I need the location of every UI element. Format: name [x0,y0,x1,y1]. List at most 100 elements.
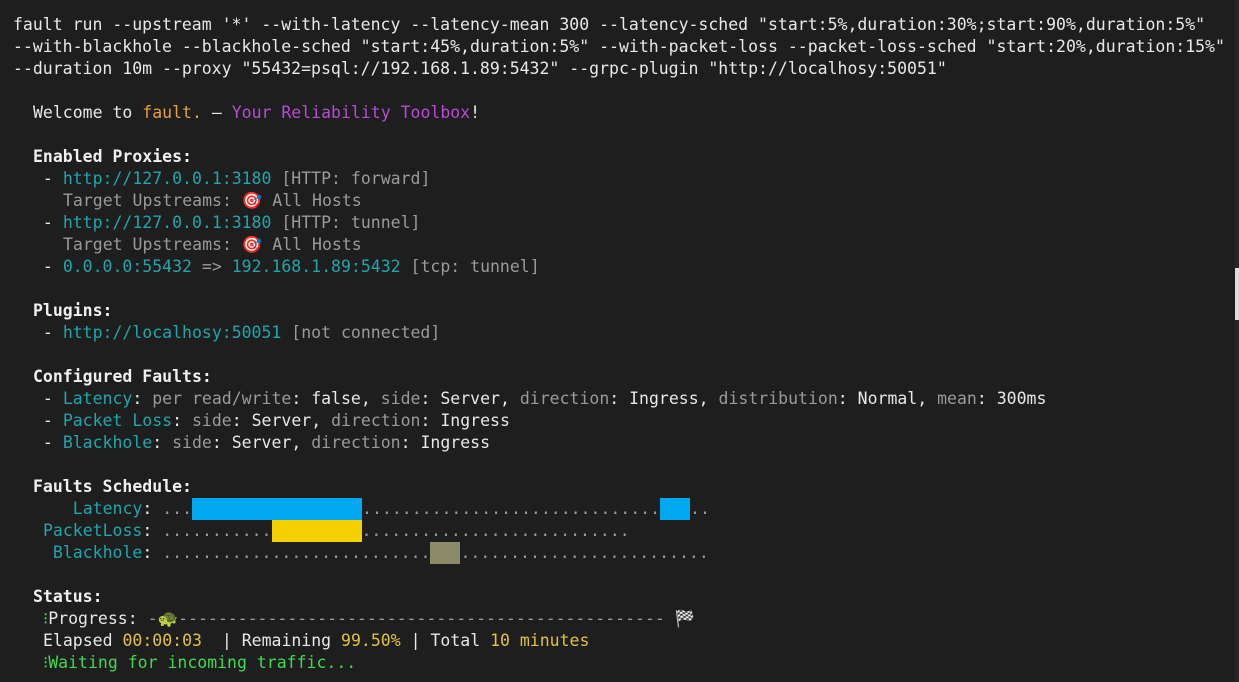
proxy-url: http://127.0.0.1:3180 [62,169,272,188]
fault-key: direction [311,433,401,452]
proxy-tag: [HTTP: forward] [271,169,431,188]
command-line-1: fault run --upstream '*' --with-latency … [13,15,1206,34]
packetloss-bar [271,520,362,542]
latency-bar-2 [660,498,691,520]
welcome-line: Welcome to fault. — Your Reliability Too… [33,102,480,124]
waiting-line: ⁝Waiting for incoming traffic... [43,652,356,674]
faults-heading: Configured Faults: [33,367,212,386]
schedule-colon: : [142,521,163,540]
schedule-row-blackhole: Blackhole: .............................… [43,542,709,564]
elapsed-value: 00:00:03 [122,631,202,650]
proxies-heading: Enabled Proxies: [33,147,192,166]
schedule-dots: .............................. [362,499,661,518]
fault-value: Server [251,411,312,430]
fault-packet-loss: - Packet Loss: side: Server, direction: … [33,411,510,430]
bullet: - [33,323,63,342]
plugin-item: - http://localhosy:50051 [not connected] [33,322,440,344]
latency-bar [192,498,363,520]
finish-flag-icon: 🏁 [674,609,696,628]
tcp-from: 0.0.0.0:55432 [62,257,192,276]
schedule-label: PacketLoss [43,521,143,540]
status-heading: Status: [33,587,103,606]
bullet: - [33,213,63,232]
fault-value: Server [231,433,292,452]
fault-name: Latency [62,389,133,408]
bullet: - [33,257,63,276]
schedule-label: Latency [43,499,143,518]
fault-key: side [191,411,232,430]
fault-value: false [311,389,361,408]
fault-key: side [380,389,421,408]
tcp-to: 192.168.1.89:5432 [231,257,401,276]
target-icon: 🎯 [241,235,263,254]
schedule-row-latency: Latency: ...............................… [43,498,710,520]
scrollbar-thumb[interactable] [1235,268,1239,320]
fault-blackhole: - Blackhole: side: Server, direction: In… [33,433,491,452]
fault-value: Ingress [629,389,699,408]
tagline: Your Reliability Toolbox [231,103,471,122]
command-line-3: --duration 10m --proxy "55432=psql://192… [13,59,947,78]
fault-name: Packet Loss [62,411,173,430]
schedule-dots: ... [162,499,193,518]
tcp-arrow: => [191,257,232,276]
plugin-status: [not connected] [281,323,441,342]
proxy-item: - http://127.0.0.1:3180 [HTTP: tunnel] [33,212,421,234]
schedule-row-packetloss: PacketLoss: ............................… [43,520,630,542]
welcome-suffix: ! [470,103,481,122]
proxy-item: - http://127.0.0.1:3180 [HTTP: forward] [33,168,430,190]
fault-key: mean [937,389,977,408]
proxy-url: http://127.0.0.1:3180 [62,213,272,232]
schedule-dots: ........... [162,521,272,540]
plugin-url: http://localhosy:50051 [62,323,282,342]
elapsed-label: Elapsed [43,631,123,650]
fault-value: Server [440,389,500,408]
schedule-colon: : [142,543,163,562]
progress-track: ----------------------------------------… [178,609,675,628]
welcome-dash: — [201,103,232,122]
total-label: | Total [400,631,491,650]
schedule-label: Blackhole [43,543,143,562]
target-value: All Hosts [262,191,362,210]
fault-key: distribution [718,389,838,408]
proxy-tcp-item: - 0.0.0.0:55432 => 192.168.1.89:5432 [tc… [33,256,540,278]
target-value: All Hosts [262,235,362,254]
blackhole-bar [430,542,461,564]
waiting-text: Waiting for incoming traffic... [48,653,357,672]
tcp-tag: [tcp: tunnel] [400,257,540,276]
schedule-dots: ........................... [361,521,630,540]
proxy-target: Target Upstreams: 🎯 All Hosts [63,190,362,212]
progress-label: Progress: [48,609,148,628]
target-label: Target Upstreams: [63,191,242,210]
fault-name: Blackhole [62,433,153,452]
fault-value: 300ms [996,389,1047,408]
welcome-prefix: Welcome to [33,103,143,122]
plugins-heading: Plugins: [33,301,113,320]
schedule-dots: ......................... [460,543,709,562]
progress-start: - [147,609,158,628]
fault-latency: - Latency: per read/write: false, side: … [33,389,1047,408]
fault-value: Normal [857,389,918,408]
time-line: Elapsed 00:00:03 | Remaining 99.50% | To… [43,630,589,652]
command-line-2: --with-blackhole --blackhole-sched "star… [13,37,1225,56]
turtle-icon: 🐢 [157,609,179,628]
progress-line: ⁝Progress: -🐢---------------------------… [43,608,695,630]
schedule-dots: .. [690,499,710,518]
total-value: 10 minutes [490,631,590,650]
remaining-value: 99.50% [341,631,401,650]
brand-name: fault. [142,103,202,122]
bullet: - [33,169,63,188]
fault-key: side [172,433,212,452]
target-label: Target Upstreams: [63,235,242,254]
fault-value: Ingress [420,433,491,452]
schedule-heading: Faults Schedule: [33,477,192,496]
fault-key: direction [519,389,610,408]
schedule-dots: ........................... [162,543,431,562]
remaining-label: | Remaining [201,631,342,650]
proxy-tag: [HTTP: tunnel] [271,213,421,232]
scrollbar[interactable] [1235,0,1239,682]
fault-value: Ingress [440,411,510,430]
fault-key: per read/write [152,389,292,408]
target-icon: 🎯 [241,191,263,210]
proxy-target: Target Upstreams: 🎯 All Hosts [63,234,362,256]
schedule-colon: : [142,499,163,518]
